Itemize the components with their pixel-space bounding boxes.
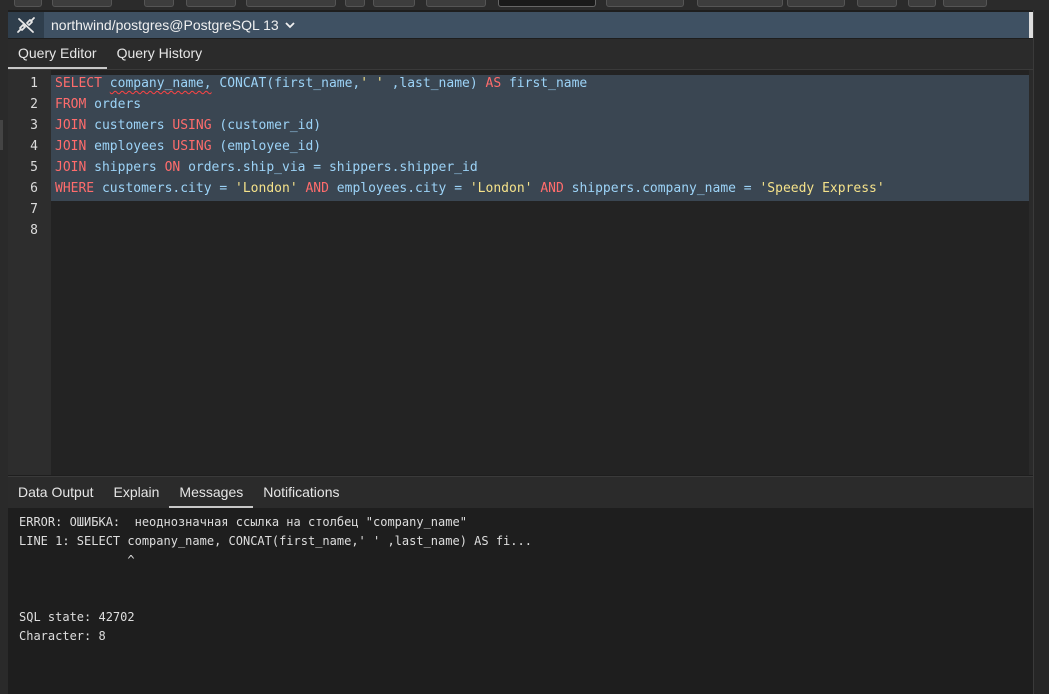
toolbar-button[interactable] — [857, 0, 897, 7]
line-number: 1 — [30, 76, 38, 91]
line-number: 4 — [30, 139, 38, 154]
code-token: FROM — [55, 97, 87, 112]
tab-explain[interactable]: Explain — [104, 477, 170, 508]
line-number: 2 — [30, 97, 38, 112]
error-caret: ^ — [19, 553, 135, 567]
code-token: ' ' — [360, 76, 384, 91]
code-token: WHERE — [55, 181, 95, 196]
toolbar-button[interactable] — [246, 0, 336, 7]
toolbar-input[interactable] — [498, 0, 596, 7]
code-token: employees.city = — [328, 181, 470, 196]
toolbar-button[interactable] — [373, 0, 415, 7]
line-number-gutter: 1 2 3 4 5 6 7 8 — [8, 70, 51, 475]
code-token: CONCAT(first_name, — [211, 76, 361, 91]
code-token: employees — [86, 139, 173, 154]
toolbar-button[interactable] — [144, 0, 174, 7]
toolbar-button[interactable] — [908, 0, 936, 7]
sql-editor[interactable]: 1 2 3 4 5 6 7 8 SELECT company_name, CONCAT(fir… — [8, 69, 1033, 475]
error-character: Character: 8 — [19, 629, 106, 643]
toolbar-button[interactable] — [186, 0, 236, 7]
code-token: (customer_id) — [211, 118, 322, 133]
line-number: 7 — [30, 202, 38, 217]
chevron-down-icon[interactable] — [285, 21, 295, 29]
editor-tabbar: Query Editor Query History — [8, 39, 1033, 69]
sql-state: SQL state: 42702 — [19, 610, 135, 624]
result-tabbar: Data Output Explain Messages Notificatio… — [8, 476, 1033, 508]
code-token: USING — [172, 118, 212, 133]
code-token: USING — [172, 139, 212, 154]
line-number: 5 — [30, 160, 38, 175]
error-message: ERROR: ОШИБКА: неоднозначная ссылка на с… — [19, 515, 467, 529]
toolbar-button[interactable] — [426, 0, 486, 7]
connection-bar-edge — [1029, 12, 1033, 38]
toolbar-button[interactable] — [345, 0, 365, 7]
line-number: 6 — [30, 181, 38, 196]
toolbar-button[interactable] — [787, 0, 845, 7]
toolbar-button[interactable] — [943, 0, 987, 7]
code-line[interactable]: JOIN customers USING (customer_id) — [55, 118, 321, 133]
connection-label[interactable]: northwind/postgres@PostgreSQL 13 — [51, 17, 279, 33]
line-number: 8 — [30, 223, 38, 238]
code-line[interactable]: SELECT company_name, CONCAT(first_name,'… — [55, 76, 587, 91]
connection-bar[interactable]: northwind/postgres@PostgreSQL 13 — [8, 12, 1033, 38]
messages-panel: ERROR: ОШИБКА: неоднозначная ссылка на с… — [8, 508, 1033, 694]
code-token: 'London' — [235, 181, 298, 196]
code-token: JOIN — [55, 160, 87, 175]
code-token: shippers — [86, 160, 165, 175]
code-token: first_name — [501, 76, 588, 91]
tab-query-history[interactable]: Query History — [107, 39, 213, 69]
code-token: (employee_id) — [211, 139, 322, 154]
editor-scrollbar[interactable] — [1029, 70, 1033, 475]
code-line[interactable]: FROM orders — [55, 97, 141, 112]
toolbar-button[interactable] — [52, 0, 112, 7]
code-token: SELECT — [55, 76, 102, 91]
code-token: ,last_name) — [383, 76, 486, 91]
code-token: customers — [86, 118, 173, 133]
code-token: ON — [164, 160, 181, 175]
toolbar-button[interactable] — [606, 0, 684, 7]
code-token: 'London' — [469, 181, 533, 196]
code-token: customers.city = — [94, 181, 236, 196]
toolbar-button[interactable] — [14, 0, 42, 7]
code-token: orders — [86, 97, 142, 112]
error-line: LINE 1: SELECT company_name, CONCAT(firs… — [19, 534, 532, 548]
code-token: shippers.company_name = — [563, 181, 760, 196]
code-line[interactable]: JOIN employees USING (employee_id) — [55, 139, 321, 154]
tab-notifications[interactable]: Notifications — [253, 477, 349, 508]
left-panel-edge — [0, 10, 8, 694]
code-token: AND — [305, 181, 329, 196]
code-line[interactable]: WHERE customers.city = 'London' AND empl… — [55, 181, 885, 196]
code-token: AND — [540, 181, 564, 196]
right-panel-edge — [1033, 10, 1049, 694]
plug-disconnect-icon[interactable] — [8, 12, 44, 38]
tab-messages[interactable]: Messages — [169, 477, 254, 508]
tab-query-editor[interactable]: Query Editor — [8, 39, 107, 69]
code-line[interactable]: JOIN shippers ON orders.ship_via = shipp… — [55, 160, 478, 175]
panel-splitter[interactable] — [0, 120, 3, 150]
toolbar-button[interactable] — [697, 0, 783, 7]
tab-data-output[interactable]: Data Output — [8, 477, 104, 508]
code-token: AS — [485, 76, 502, 91]
code-token: JOIN — [55, 139, 87, 154]
code-token: 'Speedy Express' — [759, 181, 885, 196]
line-number: 3 — [30, 118, 38, 133]
code-token: orders.ship_via = shippers.shipper_id — [180, 160, 478, 175]
code-token: company_name, — [109, 76, 212, 91]
code-token: JOIN — [55, 118, 87, 133]
main-toolbar — [0, 0, 1049, 10]
